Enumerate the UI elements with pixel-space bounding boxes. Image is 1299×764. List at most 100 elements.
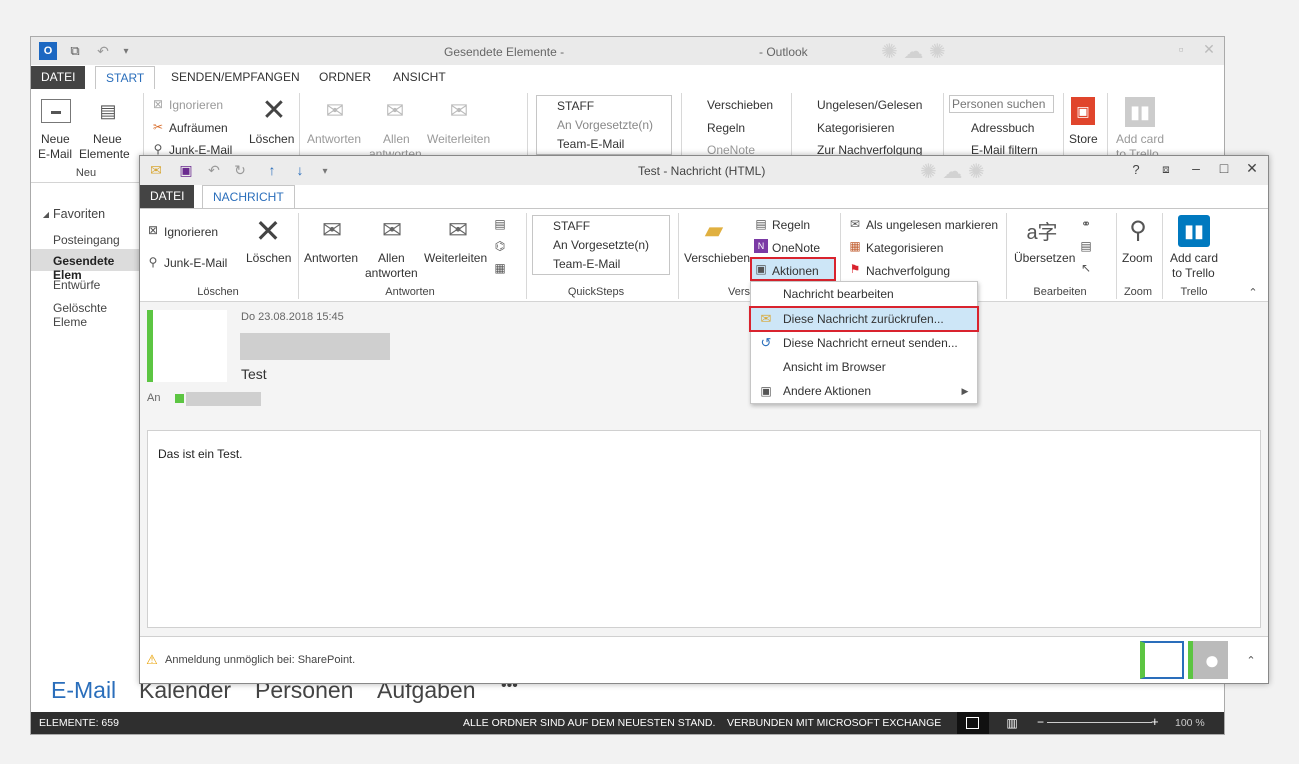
ribbon-display-options-icon[interactable]: ⧈ <box>1156 162 1176 177</box>
redo-icon[interactable]: ↻ <box>232 162 248 178</box>
save-icon[interactable]: ▣ <box>178 162 194 178</box>
followup-button[interactable]: Nachverfolgung <box>866 264 950 278</box>
categorize-button[interactable]: Kategorisieren <box>817 121 894 135</box>
new-items-label-2[interactable]: Elemente <box>79 147 130 161</box>
people-pane-contact-2[interactable]: ● <box>1188 641 1228 679</box>
tab-datei[interactable]: DATEI <box>140 185 195 208</box>
address-book-button[interactable]: Adressbuch <box>971 121 1034 135</box>
zoom-minus[interactable]: − <box>1037 715 1044 729</box>
search-people-input[interactable] <box>949 95 1054 113</box>
nav-item-deleted[interactable]: Gelöschte Eleme <box>53 301 141 329</box>
normal-view-button[interactable] <box>957 712 989 734</box>
main-add-card-label-1[interactable]: Add card <box>1116 132 1164 146</box>
expand-people-pane-icon[interactable]: ⌃ <box>1244 653 1258 667</box>
unread-read-button[interactable]: Ungelesen/Gelesen <box>817 98 922 112</box>
quickstep-staff[interactable]: STAFF <box>537 97 594 115</box>
rules-button[interactable]: Regeln <box>707 121 745 135</box>
move-button[interactable]: Verschieben <box>707 98 773 112</box>
favorites-header[interactable]: Favoriten <box>53 207 105 221</box>
nav-item-drafts[interactable]: Entwürfe <box>53 278 100 292</box>
ignore-button[interactable]: Ignorieren <box>164 225 218 239</box>
cleanup-button[interactable]: Aufräumen <box>169 121 228 135</box>
tab-datei[interactable]: DATEI <box>31 66 86 89</box>
sharepoint-warning[interactable]: Anmeldung unmöglich bei: SharePoint. <box>165 654 355 666</box>
customize-qat-icon[interactable]: ▾ <box>320 163 330 179</box>
zoom-plus[interactable]: + <box>1151 714 1159 729</box>
menu-item-edit-message[interactable]: Nachricht bearbeiten <box>751 282 977 306</box>
quicksteps-gallery: STAFF An Vorgesetzte(n) Team-E-Mail <box>532 215 670 275</box>
meeting-icon[interactable]: ▤ <box>492 217 508 231</box>
tab-start[interactable]: START <box>95 66 156 89</box>
tab-ordner[interactable]: ORDNER <box>309 66 381 88</box>
close-button[interactable]: ✕ <box>1199 41 1219 58</box>
collapse-ribbon-icon[interactable]: ⌃ <box>1246 285 1260 299</box>
zoom-level[interactable]: 100 % <box>1175 717 1205 729</box>
menu-item-view-in-browser[interactable]: Ansicht im Browser <box>751 355 977 379</box>
store-button[interactable]: Store <box>1069 132 1098 146</box>
maximize-button[interactable]: □ <box>1214 160 1234 176</box>
collapse-triangle-icon[interactable]: ◢ <box>41 209 51 219</box>
tab-ansicht[interactable]: ANSICHT <box>383 66 456 88</box>
undo-icon[interactable]: ↶ <box>95 43 111 59</box>
delete-x-icon: ✕ <box>261 93 287 127</box>
new-items-label-1[interactable]: Neue <box>93 132 122 146</box>
ignore-button[interactable]: Ignorieren <box>169 98 223 112</box>
new-email-label-1[interactable]: Neue <box>41 132 70 146</box>
actions-button[interactable]: Aktionen <box>772 264 819 278</box>
related-icon[interactable]: ▤ <box>1078 239 1094 253</box>
help-button[interactable]: ? <box>1126 162 1146 177</box>
find-icon[interactable]: ⚭ <box>1078 217 1094 231</box>
nav-item-inbox[interactable]: Posteingang <box>53 233 120 247</box>
menu-item-other-actions[interactable]: Andere Aktionen <box>751 379 977 403</box>
new-email-label-2[interactable]: E-Mail <box>38 147 72 161</box>
message-body[interactable]: Das ist ein Test. <box>147 430 1261 628</box>
send-receive-icon[interactable]: ⧉ <box>67 43 83 59</box>
translate-button[interactable]: Übersetzen <box>1014 251 1075 265</box>
actions-icon: ▣ <box>755 262 767 276</box>
delete-button[interactable]: Löschen <box>249 132 294 146</box>
main-titlebar: O ⧉ ↶ ▾ Gesendete Elemente - - Outlook ✺… <box>31 37 1224 65</box>
tab-nachricht[interactable]: NACHRICHT <box>202 185 295 208</box>
select-icon[interactable]: ↖ <box>1078 261 1094 275</box>
recipient-redacted[interactable] <box>186 392 261 406</box>
reply-all-label-1[interactable]: Allen <box>383 132 410 146</box>
onenote-button[interactable]: OneNote <box>772 241 820 255</box>
zoom-button[interactable]: Zoom <box>1122 251 1153 265</box>
close-button[interactable]: ✕ <box>1242 160 1262 177</box>
undo-icon[interactable]: ↶ <box>206 162 222 178</box>
forward-button[interactable]: Weiterleiten <box>424 251 487 265</box>
quickstep-team-email[interactable]: Team-E-Mail <box>533 255 620 273</box>
zoom-slider[interactable] <box>1047 722 1152 723</box>
mark-unread-button[interactable]: Als ungelesen markieren <box>866 218 998 232</box>
minimize-button[interactable]: ▫ <box>1171 41 1191 57</box>
reply-button[interactable]: Antworten <box>304 251 358 265</box>
forward-button[interactable]: Weiterleiten <box>427 132 490 146</box>
junk-button[interactable]: Junk-E-Mail <box>164 256 227 270</box>
quickstep-manager[interactable]: An Vorgesetzte(n) <box>533 236 649 254</box>
main-window-title: Gesendete Elemente - <box>444 45 565 59</box>
quickstep-team-email[interactable]: Team-E-Mail <box>537 135 624 153</box>
people-pane-contact-1[interactable] <box>1140 641 1184 679</box>
move-button[interactable]: Verschieben <box>684 251 750 265</box>
bottom-nav-email[interactable]: E-Mail <box>51 677 116 704</box>
reading-view-icon[interactable]: ▥ <box>1005 716 1019 730</box>
menu-item-resend-message[interactable]: Diese Nachricht erneut senden... <box>751 331 977 355</box>
im-icon[interactable]: ⌬ <box>492 239 508 253</box>
delete-button[interactable]: Löschen <box>246 251 291 265</box>
tab-senden-empfangen[interactable]: SENDEN/EMPFANGEN <box>161 66 310 88</box>
categorize-button[interactable]: Kategorisieren <box>866 241 943 255</box>
menu-item-recall-message[interactable]: Diese Nachricht zurückrufen... <box>751 307 977 331</box>
add-card-label-2[interactable]: to Trello <box>1172 266 1215 280</box>
reply-all-label-1[interactable]: Allen <box>378 251 405 265</box>
next-item-icon[interactable]: ↓ <box>292 162 308 178</box>
rules-button[interactable]: Regeln <box>772 218 810 232</box>
previous-item-icon[interactable]: ↑ <box>264 162 280 178</box>
minimize-button[interactable]: – <box>1186 160 1206 176</box>
quickstep-manager[interactable]: An Vorgesetzte(n) <box>537 116 653 134</box>
customize-qat-icon[interactable]: ▾ <box>121 43 131 59</box>
reply-button[interactable]: Antworten <box>307 132 361 146</box>
reply-all-label-2[interactable]: antworten <box>365 266 418 280</box>
more-respond-icon[interactable]: ▦ <box>492 261 508 275</box>
quickstep-staff[interactable]: STAFF <box>533 217 590 235</box>
add-card-label-1[interactable]: Add card <box>1170 251 1218 265</box>
